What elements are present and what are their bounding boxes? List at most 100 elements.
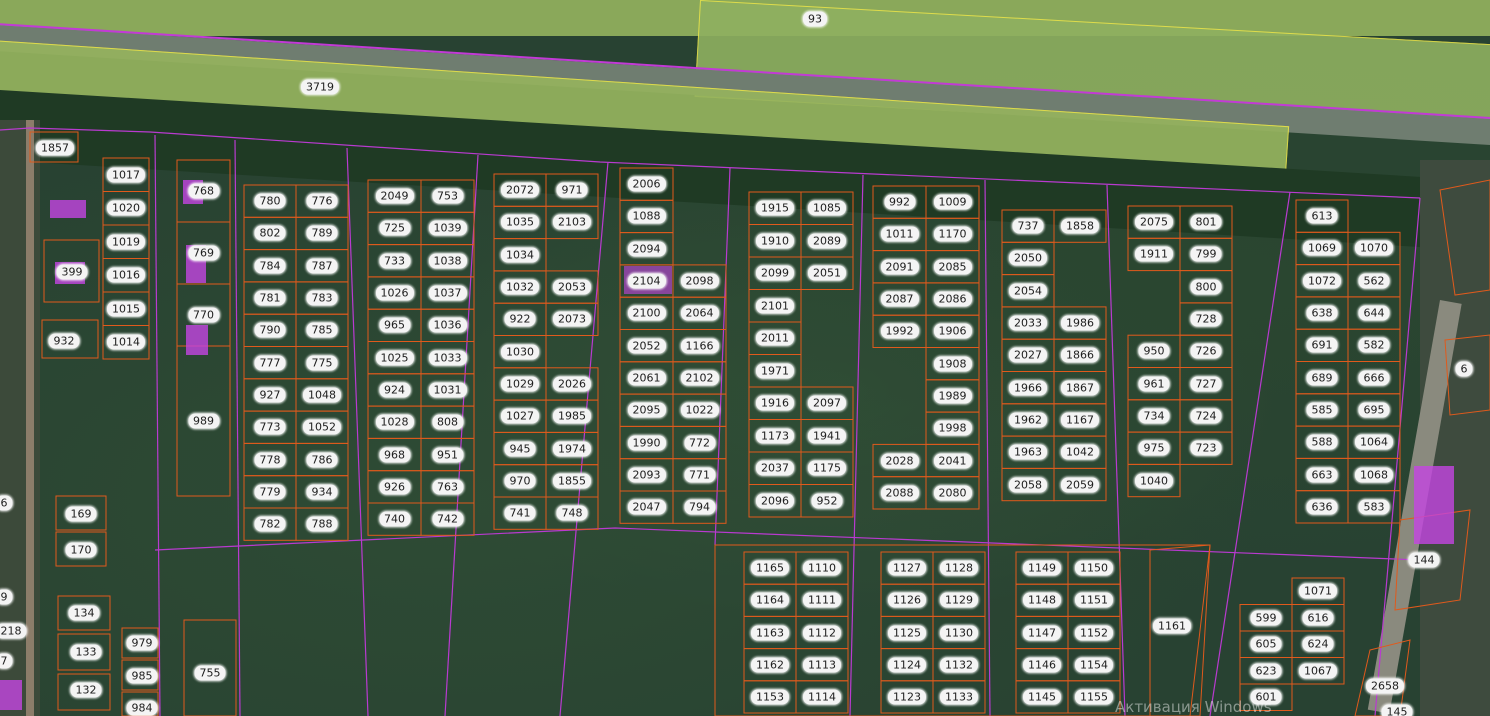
parcel-label[interactable]: 773 xyxy=(254,419,286,435)
parcel-label[interactable]: 748 xyxy=(556,505,588,521)
parcel-label[interactable]: 1155 xyxy=(1075,689,1113,705)
parcel-label[interactable]: 772 xyxy=(684,435,715,451)
parcel-label[interactable]: 737 xyxy=(1012,218,1044,234)
parcel-label[interactable]: 1167 xyxy=(1061,412,1099,428)
parcel-label[interactable]: 1040 xyxy=(1135,473,1173,489)
parcel-label[interactable]: 1985 xyxy=(553,408,591,424)
parcel-label[interactable]: 723 xyxy=(1190,440,1222,456)
parcel-label[interactable]: 989 xyxy=(188,413,219,429)
parcel-label[interactable]: 2089 xyxy=(808,233,846,249)
parcel-label[interactable]: 785 xyxy=(306,322,338,338)
parcel-label[interactable]: 1016 xyxy=(107,267,145,283)
parcel-label[interactable]: 782 xyxy=(254,516,286,532)
parcel-label[interactable]: 1130 xyxy=(940,625,978,640)
parcel-label[interactable]: 624 xyxy=(1302,636,1334,652)
parcel-label[interactable]: 1170 xyxy=(933,226,972,242)
parcel-label[interactable]: 979 xyxy=(126,635,158,651)
parcel-label[interactable]: 1147 xyxy=(1023,625,1061,640)
parcel-label[interactable]: 950 xyxy=(1138,343,1170,359)
parcel-label[interactable]: 1085 xyxy=(808,200,846,216)
parcel-label[interactable]: 970 xyxy=(504,473,536,489)
parcel-label[interactable]: 218 xyxy=(0,623,27,639)
parcel-label[interactable]: 727 xyxy=(1190,376,1222,392)
parcel-label[interactable]: 1133 xyxy=(940,689,978,705)
parcel-label[interactable]: 2103 xyxy=(553,214,591,230)
parcel-label[interactable]: 2658 xyxy=(1366,678,1404,694)
parcel-label[interactable]: 1028 xyxy=(375,414,414,430)
parcel-label[interactable]: 1128 xyxy=(940,560,978,576)
parcel-label[interactable]: 2061 xyxy=(627,370,666,386)
parcel-label[interactable]: 1916 xyxy=(756,395,794,411)
parcel-label[interactable]: 1064 xyxy=(1355,434,1393,450)
parcel-label[interactable]: 1145 xyxy=(1023,689,1061,705)
parcel-label[interactable]: 1009 xyxy=(933,194,972,210)
parcel-label[interactable]: 965 xyxy=(379,317,410,333)
parcel-label[interactable]: 7 xyxy=(0,653,13,669)
parcel-label[interactable]: 802 xyxy=(254,225,286,241)
parcel-label[interactable]: 1127 xyxy=(888,560,926,576)
parcel-label[interactable]: 2041 xyxy=(933,453,972,469)
parcel-label[interactable]: 2075 xyxy=(1135,214,1173,230)
parcel-label[interactable]: 724 xyxy=(1190,408,1222,424)
parcel-label[interactable]: 616 xyxy=(1302,610,1334,626)
parcel-label[interactable]: 1017 xyxy=(107,167,145,183)
parcel-label[interactable]: 1052 xyxy=(303,419,341,435)
parcel-label[interactable]: 1165 xyxy=(751,560,789,576)
parcel-label[interactable]: 9 xyxy=(0,589,13,605)
parcel-label[interactable]: 583 xyxy=(1358,499,1390,515)
parcel-label[interactable]: 1027 xyxy=(501,408,539,424)
parcel-label[interactable]: 1125 xyxy=(888,625,926,640)
parcel-label[interactable]: 985 xyxy=(126,668,158,684)
parcel-label[interactable]: 2052 xyxy=(627,338,666,354)
parcel-label[interactable]: 924 xyxy=(379,382,410,398)
parcel-label[interactable]: 961 xyxy=(1138,376,1170,392)
parcel-label[interactable]: 926 xyxy=(379,479,410,495)
parcel-label[interactable]: 1025 xyxy=(375,350,414,366)
parcel-label[interactable]: 1990 xyxy=(627,435,666,451)
parcel-label[interactable]: 1029 xyxy=(501,376,539,392)
parcel-label[interactable]: 1019 xyxy=(107,234,145,250)
parcel-label[interactable]: 1042 xyxy=(1061,444,1099,460)
parcel-label[interactable]: 2085 xyxy=(933,259,972,275)
parcel-label[interactable]: 788 xyxy=(306,516,338,532)
parcel-label[interactable]: 1858 xyxy=(1061,218,1099,234)
parcel-label[interactable]: 2033 xyxy=(1009,315,1047,331)
parcel-label[interactable]: 1153 xyxy=(751,689,789,705)
parcel-label[interactable]: 689 xyxy=(1306,370,1338,386)
parcel-label[interactable]: 1123 xyxy=(888,689,926,705)
parcel-label[interactable]: 599 xyxy=(1250,610,1282,626)
parcel-label[interactable]: 1173 xyxy=(756,428,794,444)
parcel-label[interactable]: 1022 xyxy=(680,402,719,418)
parcel-label[interactable]: 1031 xyxy=(428,382,467,398)
parcel-label[interactable]: 1163 xyxy=(751,625,789,640)
parcel-label[interactable]: 93 xyxy=(803,11,827,27)
parcel-label[interactable]: 623 xyxy=(1250,663,1282,679)
parcel-label[interactable]: 1146 xyxy=(1023,657,1061,673)
parcel-label[interactable]: 951 xyxy=(432,447,463,463)
parcel-label[interactable]: 2051 xyxy=(808,265,846,281)
parcel-label[interactable]: 1034 xyxy=(501,247,539,263)
parcel-label[interactable]: 1132 xyxy=(940,657,978,673)
parcel-label[interactable]: 2094 xyxy=(627,241,666,257)
parcel-label[interactable]: 783 xyxy=(306,290,338,306)
parcel-label[interactable]: 763 xyxy=(432,479,463,495)
parcel-label[interactable]: 2072 xyxy=(501,182,539,198)
parcel-label[interactable]: 2027 xyxy=(1009,347,1047,363)
parcel-label[interactable]: 1151 xyxy=(1075,592,1113,608)
parcel-label[interactable]: 1038 xyxy=(428,253,467,269)
parcel-label[interactable]: 562 xyxy=(1358,273,1390,289)
parcel-label[interactable]: 781 xyxy=(254,290,286,306)
parcel-label[interactable]: 6 xyxy=(1455,361,1473,377)
parcel-label[interactable]: 644 xyxy=(1358,305,1390,321)
parcel-label[interactable]: 1910 xyxy=(756,233,794,249)
parcel-label[interactable]: 734 xyxy=(1138,408,1170,424)
parcel-label[interactable]: 1015 xyxy=(107,301,145,317)
parcel-label[interactable]: 1030 xyxy=(501,344,539,360)
parcel-label[interactable]: 1048 xyxy=(303,387,341,403)
parcel-label[interactable]: 1998 xyxy=(933,420,972,436)
parcel-label[interactable]: 2101 xyxy=(756,298,794,314)
parcel-label[interactable]: 605 xyxy=(1250,636,1282,652)
parcel-label[interactable]: 801 xyxy=(1190,214,1222,230)
parcel-label[interactable]: 6 xyxy=(0,495,13,511)
parcel-label[interactable]: 636 xyxy=(1306,499,1338,515)
